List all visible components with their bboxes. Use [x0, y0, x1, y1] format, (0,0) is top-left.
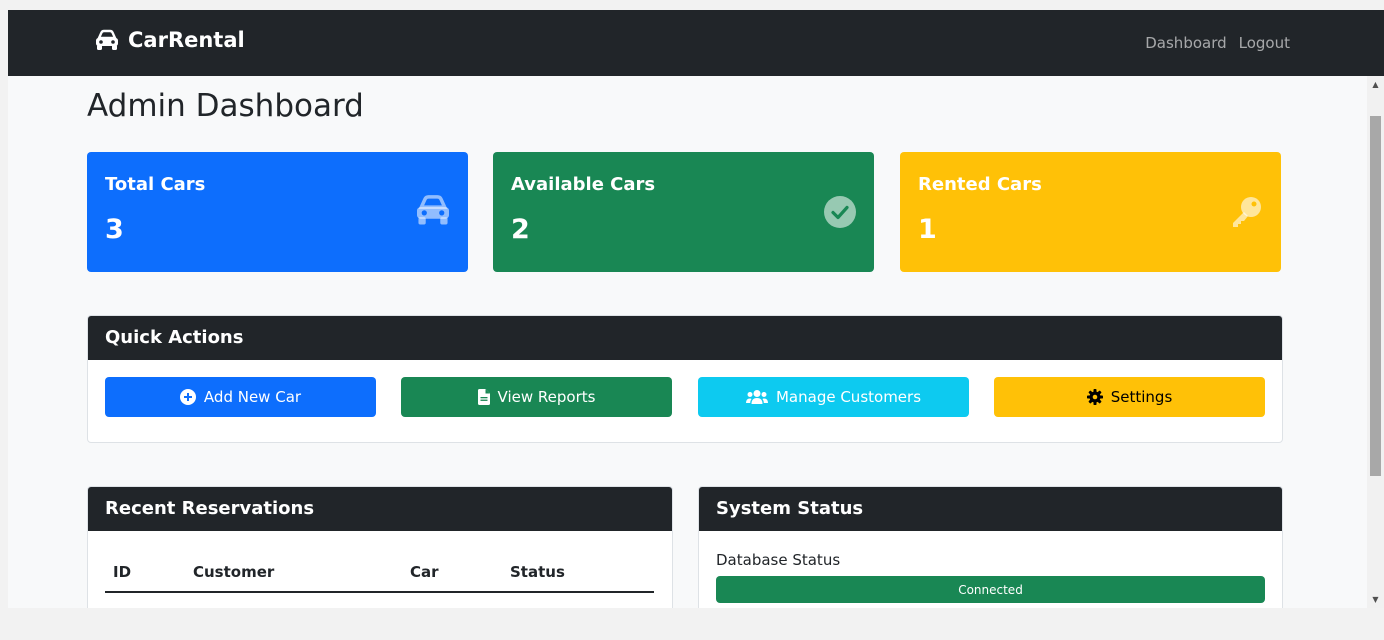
- nav-link-logout[interactable]: Logout: [1239, 34, 1290, 52]
- stat-label: Total Cars: [105, 174, 206, 195]
- stat-value: 3: [105, 214, 124, 245]
- stat-label: Rented Cars: [918, 174, 1042, 195]
- column-header-status: Status: [510, 563, 565, 581]
- system-status-header: System Status: [699, 487, 1282, 531]
- stat-label: Available Cars: [511, 174, 656, 195]
- stat-value: 1: [918, 214, 937, 245]
- stat-value: 2: [511, 214, 530, 245]
- settings-button[interactable]: Settings: [994, 377, 1265, 417]
- column-header-car: Car: [410, 563, 439, 581]
- stat-card-rented-cars: Rented Cars 1: [900, 152, 1281, 272]
- recent-reservations-header: Recent Reservations: [88, 487, 672, 531]
- page-title: Admin Dashboard: [87, 88, 364, 124]
- file-icon: [477, 389, 490, 405]
- column-header-customer: Customer: [193, 563, 275, 581]
- stat-card-available-cars: Available Cars 2: [493, 152, 874, 272]
- plus-circle-icon: [179, 389, 196, 405]
- column-header-id: ID: [113, 563, 132, 581]
- add-new-car-button[interactable]: Add New Car: [105, 377, 376, 417]
- browser-viewport: CarRental Dashboard Logout Admin Dashboa…: [8, 10, 1384, 608]
- system-status-panel: System Status Database Status Connected: [698, 486, 1283, 608]
- navbar: CarRental Dashboard Logout: [8, 10, 1384, 76]
- nav-links: Dashboard Logout: [1145, 34, 1290, 52]
- scroll-down-arrow-icon[interactable]: ▼: [1367, 591, 1384, 608]
- check-circle-icon: [822, 194, 858, 234]
- users-icon: [745, 390, 768, 404]
- quick-actions-panel: Quick Actions Add New Car View Reports M…: [87, 315, 1283, 443]
- button-label: Add New Car: [203, 388, 302, 406]
- brand-link[interactable]: CarRental: [94, 28, 245, 52]
- stat-card-total-cars: Total Cars 3: [87, 152, 468, 272]
- button-label: View Reports: [497, 388, 596, 406]
- button-label: Settings: [1110, 388, 1173, 406]
- brand-name: CarRental: [128, 28, 245, 52]
- vertical-scrollbar[interactable]: ▲ ▼: [1367, 76, 1384, 608]
- gear-icon: [1086, 389, 1103, 405]
- manage-customers-button[interactable]: Manage Customers: [698, 377, 969, 417]
- car-icon: [96, 29, 118, 50]
- button-label: Manage Customers: [775, 388, 922, 406]
- database-status-bar: Connected: [716, 576, 1265, 603]
- recent-reservations-panel: Recent Reservations ID Customer Car Stat…: [87, 486, 673, 608]
- database-status-progress: Connected: [716, 576, 1265, 603]
- view-reports-button[interactable]: View Reports: [401, 377, 672, 417]
- scrollbar-thumb[interactable]: [1370, 116, 1381, 476]
- quick-actions-header: Quick Actions: [88, 316, 1282, 360]
- database-status-label: Database Status: [716, 551, 841, 569]
- nav-link-dashboard[interactable]: Dashboard: [1145, 34, 1226, 52]
- reservations-table-header: ID Customer Car Status: [105, 559, 654, 593]
- scroll-up-arrow-icon[interactable]: ▲: [1367, 76, 1384, 93]
- key-icon: [1229, 194, 1265, 234]
- car-icon: [414, 194, 452, 230]
